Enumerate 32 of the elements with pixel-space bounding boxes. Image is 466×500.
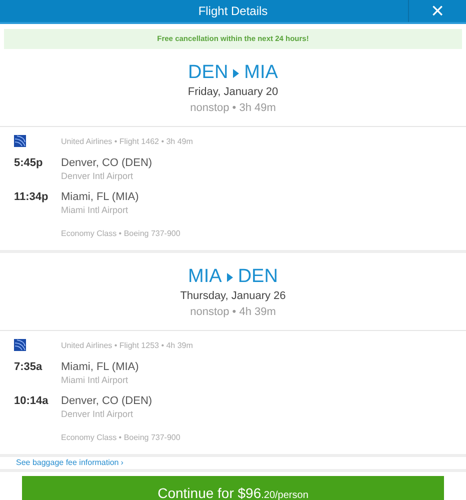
cabin-info: Economy Class • Boeing 737-900 <box>61 432 180 444</box>
airport-name: Miami Intl Airport <box>61 374 130 386</box>
close-button[interactable]: × <box>408 0 466 22</box>
city-name: Denver, CO (DEN) <box>61 156 152 170</box>
flight-summary: nonstop • 3h 49m <box>190 101 276 116</box>
flight-time: 11:34p <box>14 190 50 205</box>
destination-code: DEN <box>238 265 278 289</box>
destination-code: MIA <box>244 61 278 85</box>
origin-code: MIA <box>188 265 222 289</box>
flight-date: Thursday, January 26 <box>180 289 286 304</box>
flight-time: 7:35a <box>14 360 44 375</box>
flight-time: 5:45p <box>14 156 44 171</box>
airport-name: Denver Intl Airport <box>61 408 134 420</box>
city-name: Miami, FL (MIA) <box>61 190 139 204</box>
airline-logo-icon <box>14 135 27 148</box>
continue-button[interactable]: Continue for $96.20/person <box>22 476 444 500</box>
city-name: Miami, FL (MIA) <box>61 360 139 374</box>
flight-info: United Airlines • Flight 1462 • 3h 49m <box>61 136 193 148</box>
airport-name: Denver Intl Airport <box>61 170 134 182</box>
airline-logo-icon <box>14 339 27 352</box>
flight-info: United Airlines • Flight 1253 • 4h 39m <box>61 340 193 352</box>
origin-code: DEN <box>188 61 228 85</box>
flight-date: Friday, January 20 <box>188 85 278 100</box>
baggage-fee-link[interactable]: See baggage fee information › <box>16 457 124 469</box>
flight-time: 10:14a <box>14 394 50 409</box>
cabin-info: Economy Class • Boeing 737-900 <box>61 228 180 240</box>
arrow-right-icon <box>233 68 240 78</box>
flight-summary: nonstop • 4h 39m <box>190 305 276 320</box>
airport-name: Miami Intl Airport <box>61 204 130 216</box>
city-name: Denver, CO (DEN) <box>61 394 152 408</box>
arrow-right-icon <box>226 272 233 282</box>
window-title: Flight Details <box>197 3 269 20</box>
